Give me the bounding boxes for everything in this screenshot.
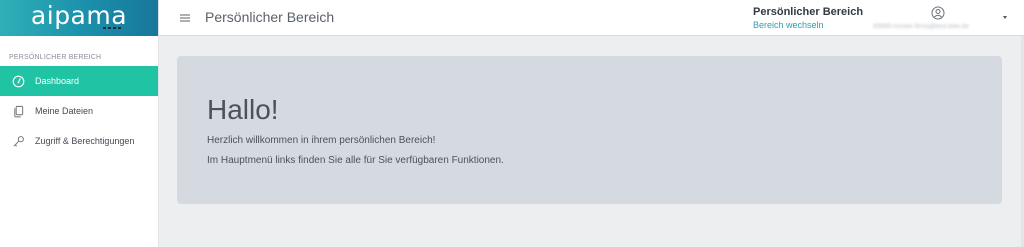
hamburger-menu-icon[interactable] — [179, 11, 191, 23]
sidebar-item-label: Zugriff & Berechtigungen — [35, 136, 135, 146]
caret-down-icon[interactable] — [1003, 16, 1007, 19]
sidebar-item-dashboard[interactable]: Dashboard — [0, 66, 158, 96]
nav-section-label: PERSÖNLICHER BEREICH — [9, 54, 102, 61]
user-circle-icon[interactable] — [931, 6, 945, 20]
current-area-title: Persönlicher Bereich — [753, 6, 864, 18]
files-copy-icon — [11, 104, 25, 118]
user-email[interactable]: 99999.muster-firma@test.bdw.de — [873, 23, 969, 30]
sidebar: aipama PERSÖNLICHER BEREICH Dashboard Me… — [0, 0, 159, 247]
logo-text: aipama — [30, 1, 128, 30]
app-window: aipama PERSÖNLICHER BEREICH Dashboard Me… — [0, 0, 1024, 247]
switch-area-link[interactable]: Bereich wechseln — [753, 20, 824, 30]
top-header: Persönlicher Bereich Persönlicher Bereic… — [159, 0, 1024, 36]
sidebar-item-label: Dashboard — [35, 76, 80, 86]
welcome-heading: Hallo! — [207, 94, 279, 125]
welcome-text: Herzlich willkommen in ihrem persönliche… — [207, 135, 436, 146]
logo-dots — [103, 27, 121, 29]
sidebar-item-zugriff-berechtigungen[interactable]: Zugriff & Berechtigungen — [0, 126, 158, 156]
welcome-hint-text: Im Hauptmenü links finden Sie alle für S… — [207, 155, 504, 166]
page-title: Persönlicher Bereich — [205, 9, 335, 25]
dashboard-gauge-icon — [11, 74, 25, 88]
welcome-card: Hallo! Herzlich willkommen in ihrem pers… — [177, 56, 1002, 204]
sidebar-item-meine-dateien[interactable]: Meine Dateien — [0, 96, 158, 126]
sidebar-item-label: Meine Dateien — [35, 106, 94, 116]
key-icon — [11, 134, 25, 148]
brand-logo-bar[interactable]: aipama — [0, 0, 158, 36]
main-content: Hallo! Herzlich willkommen in ihrem pers… — [159, 36, 1024, 247]
